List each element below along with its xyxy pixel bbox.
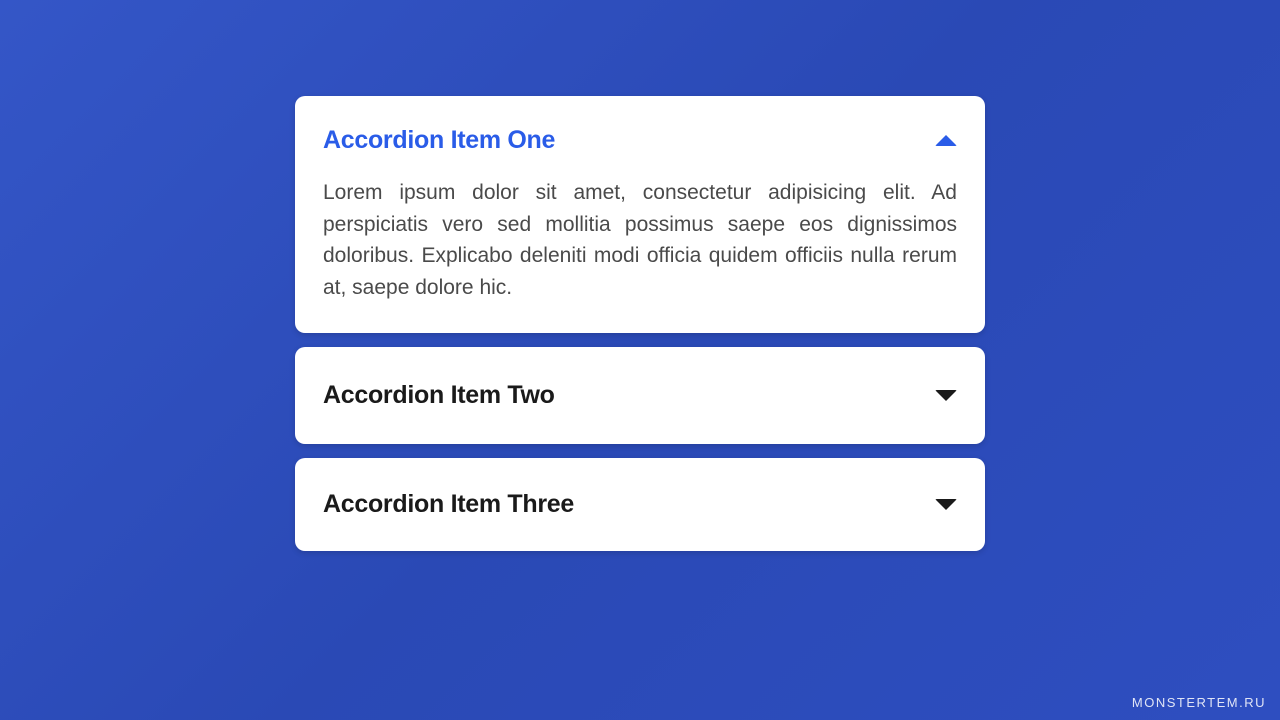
accordion-header-three[interactable]: Accordion Item Three [323,490,957,519]
accordion-item-one: Accordion Item One Lorem ipsum dolor sit… [295,96,985,333]
accordion-header-one[interactable]: Accordion Item One [323,126,957,155]
caret-up-icon [935,135,957,146]
accordion-title: Accordion Item Three [323,490,574,519]
accordion-title: Accordion Item One [323,126,555,155]
accordion-header-two[interactable]: Accordion Item Two [323,381,957,410]
watermark-text: MONSTERTEM.RU [1132,695,1266,710]
caret-down-icon [935,499,957,510]
accordion-item-two: Accordion Item Two [295,347,985,444]
accordion-item-three: Accordion Item Three [295,458,985,551]
accordion-content: Lorem ipsum dolor sit amet, consectetur … [323,177,957,303]
accordion-container: Accordion Item One Lorem ipsum dolor sit… [295,0,985,551]
caret-down-icon [935,390,957,401]
accordion-title: Accordion Item Two [323,381,555,410]
